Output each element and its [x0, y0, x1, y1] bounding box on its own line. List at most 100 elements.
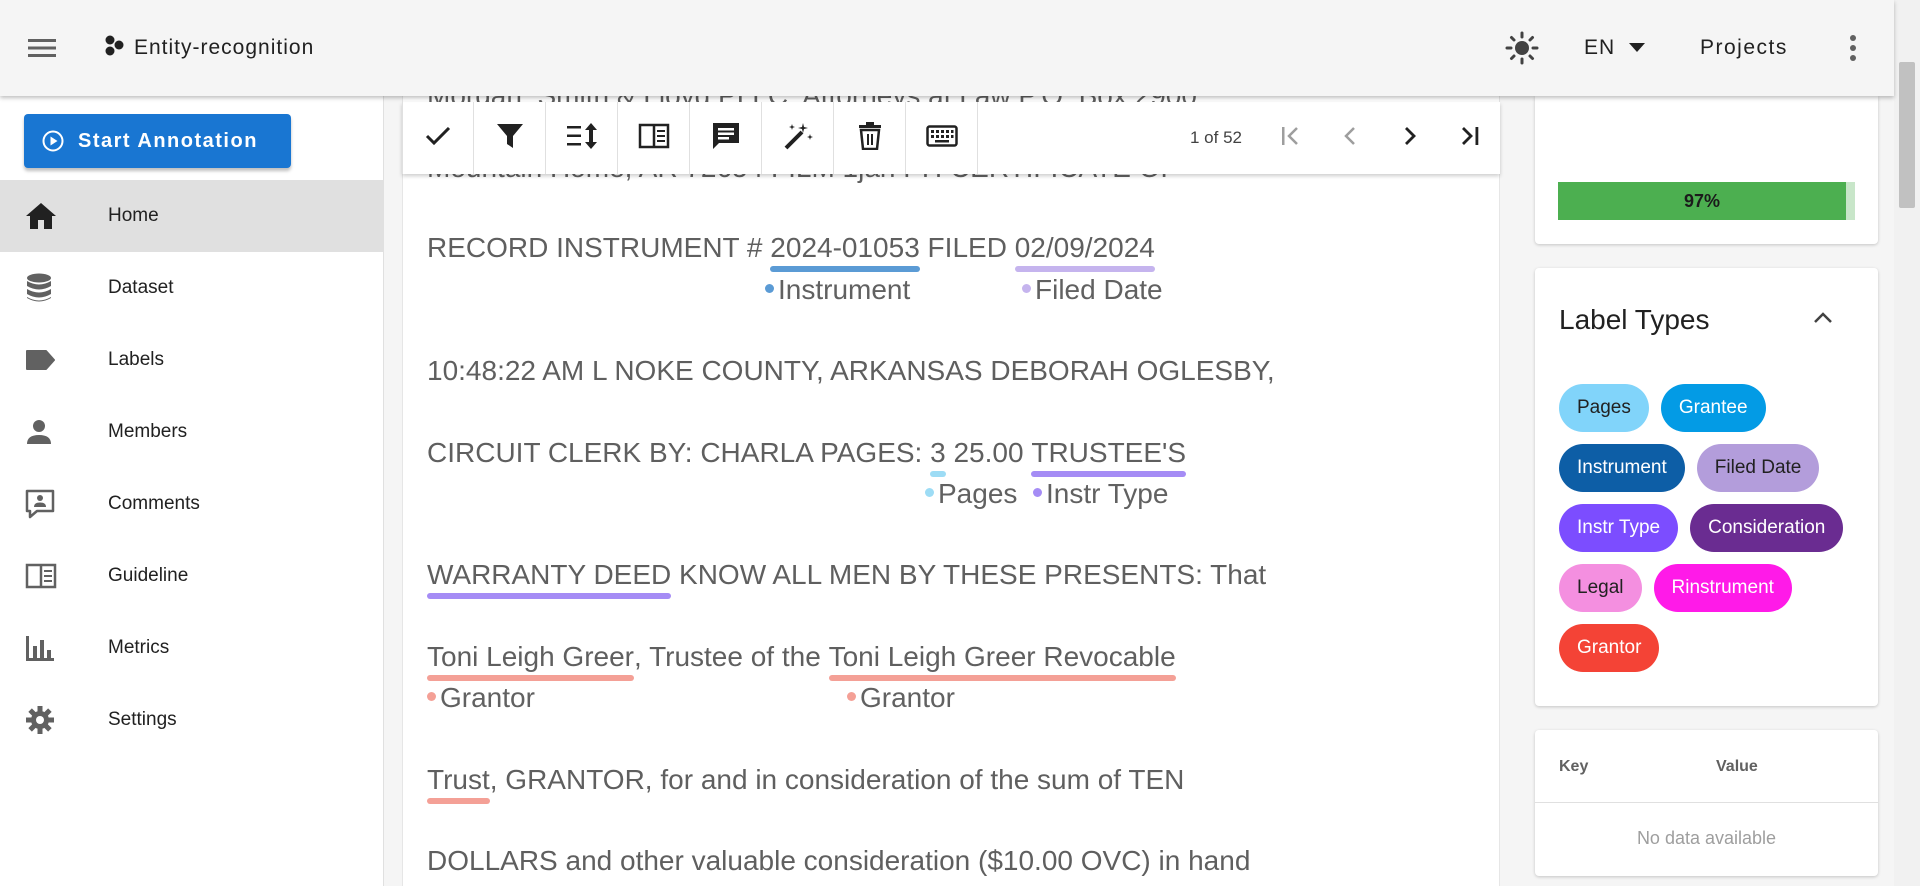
sidebar-item-label: Home [108, 205, 159, 226]
first-page-button[interactable] [1260, 108, 1320, 168]
comment-icon [711, 121, 741, 156]
text-span: KNOW ALL MEN BY THESE PRESENTS: That [671, 559, 1267, 590]
comment-account-icon [0, 489, 108, 519]
prev-page-button[interactable] [1320, 108, 1380, 168]
book-open-icon [0, 563, 108, 589]
metadata-table: Key Value No data available [1535, 730, 1878, 876]
label-types-card: Label Types Pages Grantee Instrument Filed … [1535, 268, 1878, 706]
check-icon [425, 126, 451, 151]
text-line: RECORD INSTRUMENT # 2024-01053 FILED 02/… [427, 232, 1155, 272]
label-icon [0, 349, 108, 371]
label-chip-grantee[interactable]: Grantee [1660, 384, 1766, 432]
entity-tag-pages[interactable]: Pages [925, 478, 1017, 510]
line-height-button[interactable] [546, 102, 618, 174]
entity-instr-type[interactable]: WARRANTY DEED [427, 559, 672, 599]
label-chip-list: Pages Grantee Instrument Filed Date Instr Ty… [1559, 384, 1859, 672]
scrollbar-thumb[interactable] [1899, 62, 1915, 208]
label-chip-consideration[interactable]: Consideration [1690, 504, 1844, 552]
sidebar-nav: Home Dataset Labels Members Comments Gui… [0, 180, 383, 756]
entity-filed-date[interactable]: 02/09/2024 [1014, 232, 1155, 272]
entity-tag-filed-date[interactable]: Filed Date [1022, 274, 1163, 306]
app-bar: Entity-recognition EN Projects [0, 0, 1894, 96]
projects-button[interactable]: Projects [1700, 36, 1788, 60]
text-span: RECORD INSTRUMENT # [427, 232, 771, 263]
sidebar-item-label: Members [108, 421, 188, 442]
entity-grantor[interactable]: Toni Leigh Greer Revocable [828, 641, 1176, 681]
sidebar-item-dataset[interactable]: Dataset [0, 252, 383, 324]
sidebar-item-members[interactable]: Members [0, 396, 383, 468]
entity-tag-grantor[interactable]: Grantor [847, 682, 955, 714]
label-chip-filed-date[interactable]: Filed Date [1696, 444, 1820, 492]
entity-instrument[interactable]: 2024-01053 [770, 232, 920, 272]
label-chip-legal[interactable]: Legal [1559, 564, 1642, 612]
gear-icon [0, 705, 108, 735]
page-scrollbar[interactable] [1894, 0, 1920, 886]
language-select[interactable]: EN [1584, 36, 1646, 60]
collapse-button[interactable] [1805, 302, 1841, 338]
label-chip-instr-type[interactable]: Instr Type [1559, 504, 1679, 552]
entity-underline [427, 593, 672, 599]
label-chip-instrument[interactable]: Instrument [1559, 444, 1685, 492]
entity-tag-instrument[interactable]: Instrument [765, 274, 910, 306]
entity-tag-instr-type[interactable]: Instr Type [1033, 478, 1168, 510]
brightness-icon[interactable] [1504, 30, 1540, 66]
entity-grantor[interactable]: Trust [427, 764, 490, 804]
project-logo-icon [104, 34, 126, 62]
entity-grantor[interactable]: Toni Leigh Greer [427, 641, 635, 681]
label-chip-rinstrument[interactable]: Rinstrument [1653, 564, 1792, 612]
project-title[interactable]: Entity-recognition [104, 34, 314, 62]
sidebar-item-labels[interactable]: Labels [0, 324, 383, 396]
more-vert-icon[interactable] [1838, 30, 1868, 66]
filter-button[interactable] [474, 102, 546, 174]
annotation-toolbar: 1 of 52 [402, 102, 1500, 174]
entity-tag-grantor[interactable]: Grantor [427, 682, 535, 714]
document-view[interactable]: Morgan, Smith & Lloyd PLLC, Attorneys at… [402, 96, 1500, 886]
sidebar-item-label: Dataset [108, 277, 174, 298]
sidebar-item-settings[interactable]: Settings [0, 684, 383, 756]
tag-dot [925, 488, 934, 498]
sidebar-item-label: Settings [108, 709, 177, 730]
sidebar-item-label: Metrics [108, 637, 170, 658]
empty-state: No data available [1636, 828, 1777, 848]
auto-labeling-button[interactable] [762, 102, 834, 174]
entity-underline [1031, 471, 1187, 477]
caret-down-icon [1629, 43, 1646, 53]
page-first-icon [1279, 125, 1301, 152]
entity-instr-type[interactable]: TRUSTEE'S [1031, 437, 1187, 477]
entity-underline [427, 798, 490, 804]
next-page-button[interactable] [1380, 108, 1440, 168]
last-page-button[interactable] [1440, 108, 1500, 168]
chevron-right-icon [1399, 125, 1421, 152]
text-span: , GRANTOR, for and in consideration of t… [489, 764, 1185, 795]
tag-label: Grantor [440, 682, 535, 713]
start-annotation-button[interactable]: Start Annotation [24, 114, 291, 168]
entity-pages[interactable]: 3 [930, 437, 946, 477]
progress-bar: 97% [1558, 182, 1855, 220]
sidebar-item-label: Guideline [108, 565, 189, 586]
delete-button[interactable] [834, 102, 906, 174]
sidebar-item-guideline[interactable]: Guideline [0, 540, 383, 612]
comment-button[interactable] [690, 102, 762, 174]
sidebar-item-comments[interactable]: Comments [0, 468, 383, 540]
sidebar-item-metrics[interactable]: Metrics [0, 612, 383, 684]
sidebar-item-label: Labels [108, 349, 164, 370]
sidebar-item-home[interactable]: Home [0, 180, 383, 252]
approve-button[interactable] [402, 102, 474, 174]
text-line: 10:48:22 AM L NOKE COUNTY, ARKANSAS DEBO… [427, 355, 1275, 386]
page-last-icon [1459, 125, 1481, 152]
guideline-button[interactable] [618, 102, 690, 174]
book-open-icon [638, 123, 670, 154]
entity-text: 3 [930, 437, 946, 468]
home-icon [0, 202, 108, 230]
sidebar: Start Annotation Home Dataset Labels Mem… [0, 96, 384, 886]
label-chip-grantor[interactable]: Grantor [1559, 624, 1660, 672]
keyboard-shortcuts-button[interactable] [906, 102, 978, 174]
menu-icon[interactable] [26, 32, 58, 64]
format-line-spacing-icon [566, 122, 598, 155]
entity-text: 2024-01053 [770, 232, 920, 263]
table-divider [1535, 802, 1878, 803]
entity-text: WARRANTY DEED [427, 559, 672, 590]
text-line: DOLLARS and other valuable consideration… [427, 845, 1251, 876]
label-chip-pages[interactable]: Pages [1559, 384, 1649, 432]
entity-text: Toni Leigh Greer Revocable [828, 641, 1176, 672]
